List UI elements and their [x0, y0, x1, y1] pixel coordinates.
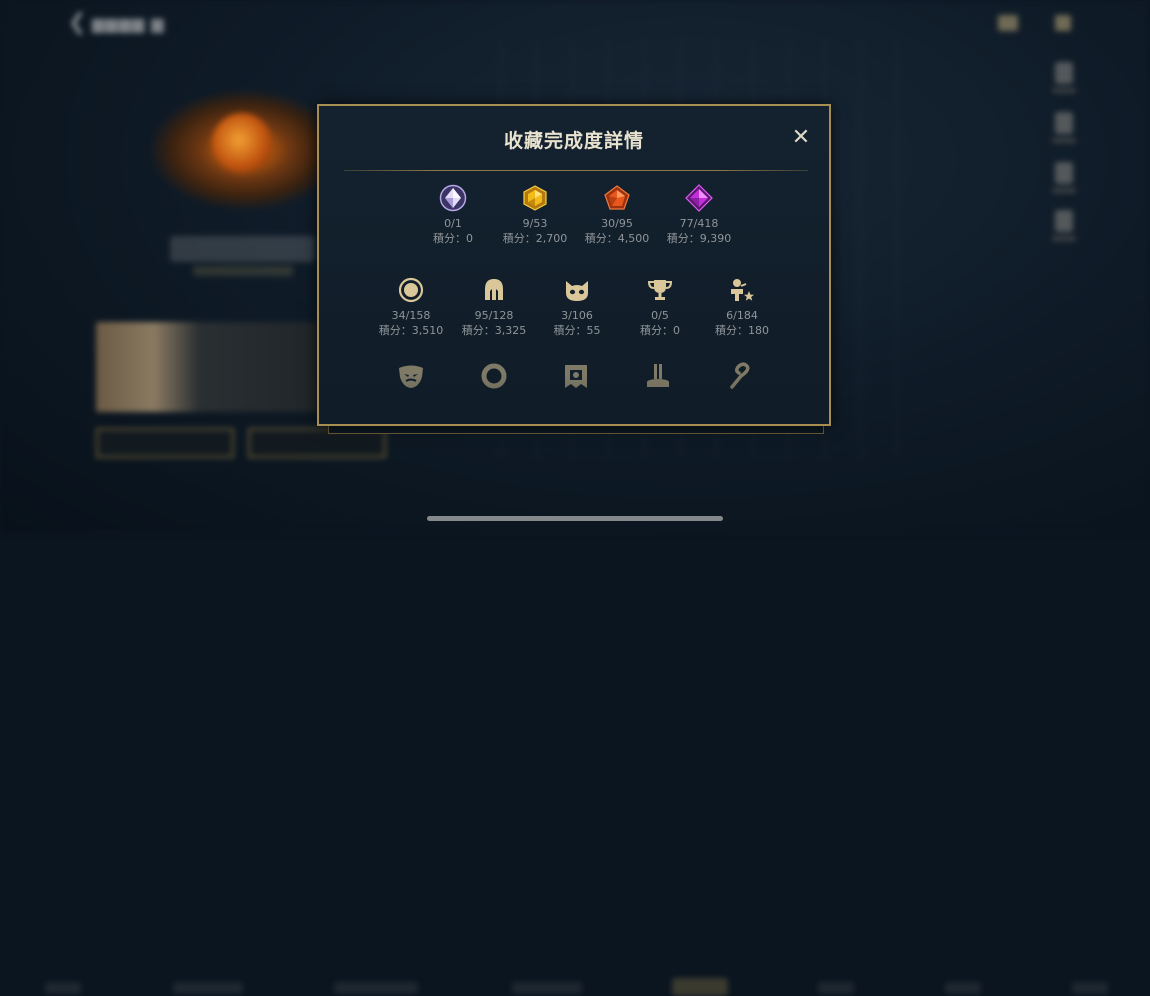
- collection-details-modal: 收藏完成度詳情 ✕ 0/1 積分：0 9/53 積分：2,700 30/95 積…: [317, 104, 831, 426]
- category-progress: 95/128: [474, 309, 514, 322]
- category-score: 積分：3,325: [461, 324, 527, 337]
- category-progress: 3/106: [561, 309, 593, 322]
- category-progress: 0/5: [651, 309, 669, 322]
- side-menu-icon-3[interactable]: [1055, 162, 1073, 184]
- side-menu-icon-2[interactable]: [1055, 112, 1073, 134]
- side-menu-icon-1[interactable]: [1055, 62, 1073, 84]
- category-score: 積分：180: [715, 324, 769, 337]
- card-button-left[interactable]: [96, 428, 234, 458]
- rank-emblem-core: [212, 113, 272, 173]
- pedestal-icon: [643, 361, 673, 391]
- gem-score: 積分：2,700: [502, 232, 568, 245]
- side-menu-label-2: [1052, 138, 1076, 143]
- nav-tab-6[interactable]: [818, 982, 854, 994]
- side-menu-label-4: [1052, 236, 1076, 241]
- category-stat-2: 3/106 積分：55: [532, 276, 622, 338]
- chat-icon[interactable]: [998, 15, 1018, 31]
- nav-tab-1[interactable]: [45, 982, 81, 994]
- purple-gem-icon: [685, 184, 713, 212]
- category-score: 積分：0: [640, 324, 680, 337]
- close-icon: ✕: [791, 125, 811, 150]
- gem-stat-3: 77/418 積分：9,390: [654, 184, 744, 246]
- category-stat-3: 0/5 積分：0: [615, 276, 705, 338]
- gem-progress: 9/53: [522, 217, 548, 230]
- gem-progress: 0/1: [444, 217, 462, 230]
- back-arrow-icon[interactable]: ❮: [68, 10, 86, 35]
- player-name-placeholder: [170, 236, 315, 262]
- gem-progress: 30/95: [601, 217, 633, 230]
- nav-tab-3[interactable]: [334, 982, 418, 994]
- gem-stat-0: 0/1 積分：0: [408, 184, 498, 246]
- modal-title: 收藏完成度詳情: [503, 130, 644, 152]
- category-stat-1: 95/128 積分：3,325: [449, 276, 539, 338]
- category-stat-0: 34/158 積分：3,510: [366, 276, 456, 338]
- hook-emote-icon: [725, 361, 755, 391]
- gem-score: 積分：9,390: [666, 232, 732, 245]
- title-divider: [344, 170, 808, 171]
- mask-icon: [396, 361, 426, 391]
- side-menu-label-1: [1052, 88, 1076, 93]
- gem-stat-2: 30/95 積分：4,500: [572, 184, 662, 246]
- side-menu-label-3: [1052, 188, 1076, 193]
- category-score: 積分：55: [553, 324, 601, 337]
- player-subtitle-placeholder: [193, 266, 293, 276]
- gem-progress: 77/418: [679, 217, 719, 230]
- gem-stat-1: 9/53 積分：2,700: [490, 184, 580, 246]
- gem-score: 積分：4,500: [584, 232, 650, 245]
- category-score: 積分：3,510: [378, 324, 444, 337]
- nav-tab-2[interactable]: [173, 982, 243, 994]
- home-indicator[interactable]: [427, 516, 723, 521]
- nav-tab-7[interactable]: [945, 982, 981, 994]
- trophy-icon: [646, 276, 674, 304]
- circle-badge-icon: [397, 276, 425, 304]
- nav-tab-active[interactable]: [672, 978, 728, 996]
- close-button[interactable]: ✕: [789, 126, 813, 150]
- category-stat-4: 6/184 積分：180: [697, 276, 787, 338]
- diamond-crystal-icon: [439, 184, 467, 212]
- background-header-title: ▆▆▆▆ ▆: [92, 14, 165, 33]
- player-star-icon: [728, 276, 756, 304]
- nav-tab-8[interactable]: [1072, 982, 1108, 994]
- orange-gem-icon: [603, 184, 631, 212]
- bottom-nav: [0, 484, 1150, 996]
- category-progress: 6/184: [726, 309, 758, 322]
- category-progress: 34/158: [391, 309, 431, 322]
- side-menu-icon-4[interactable]: [1055, 210, 1073, 232]
- profile-icon[interactable]: [1055, 15, 1071, 31]
- featured-card[interactable]: [96, 322, 326, 412]
- banner-frame-icon: [561, 361, 591, 391]
- helmet-icon: [480, 276, 508, 304]
- cat-face-icon: [563, 276, 591, 304]
- gem-score: 積分：0: [433, 232, 473, 245]
- ring-icon: [479, 361, 509, 391]
- gold-gem-icon: [521, 184, 549, 212]
- nav-tab-4[interactable]: [512, 982, 582, 994]
